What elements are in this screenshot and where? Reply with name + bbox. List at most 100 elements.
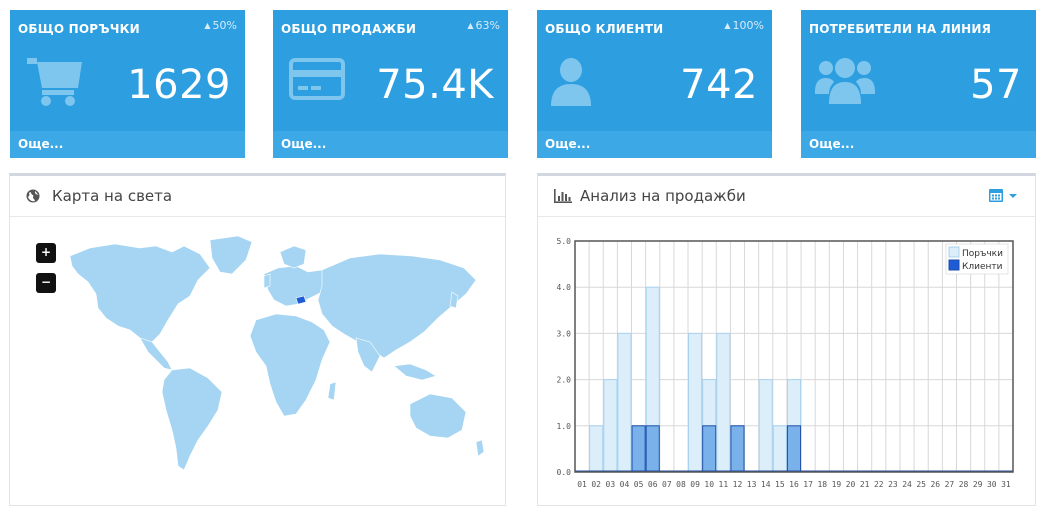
x-tick-label: 03	[606, 480, 616, 489]
bar-orders	[688, 332, 703, 473]
calendar-dropdown-icon[interactable]	[989, 188, 1019, 202]
x-tick-label: 10	[704, 480, 714, 489]
zoom-out-button[interactable]: −	[36, 273, 56, 293]
stat-value: 57	[970, 62, 1022, 108]
central-america-region	[139, 337, 173, 371]
panel-title: Карта на света	[52, 187, 173, 205]
x-tick-label: 24	[902, 480, 912, 489]
x-tick-label: 27	[945, 480, 955, 489]
x-tick-label: 15	[775, 480, 785, 489]
stat-value: 1629	[127, 62, 231, 108]
caret-up-icon: ▲	[204, 21, 211, 30]
stat-change: ▲ 50%	[204, 19, 237, 32]
legend-swatch-clients	[948, 259, 960, 271]
x-tick-label: 06	[648, 480, 658, 489]
y-tick-label: 5.0	[557, 237, 572, 246]
indonesia-region	[393, 363, 437, 381]
bar-orders	[603, 379, 618, 473]
bar-clients	[786, 425, 802, 473]
legend-label-orders: Поръчки	[962, 249, 1003, 259]
x-tick-label: 02	[591, 480, 601, 489]
stat-change: ▲ 100%	[724, 19, 764, 32]
stat-card-online-users: ПОТРЕБИТЕЛИ НА ЛИНИЯ 57 Още...	[801, 10, 1036, 158]
x-tick-label: 18	[817, 480, 827, 489]
x-tick-label: 31	[1001, 480, 1011, 489]
south-america-region	[161, 367, 223, 471]
x-tick-label: 21	[860, 480, 870, 489]
x-tick-label: 29	[973, 480, 983, 489]
bar-orders	[617, 332, 632, 473]
new-zealand-region	[475, 439, 485, 457]
stat-card-sales: ОБЩО ПРОДАЖБИ ▲ 63% 75.4K Още...	[273, 10, 508, 158]
panel-title: Анализ на продажби	[580, 187, 746, 205]
x-tick-label: 14	[761, 480, 771, 489]
shopping-cart-icon	[27, 58, 82, 106]
y-tick-label: 2.0	[557, 376, 572, 385]
y-tick-label: 1.0	[557, 422, 572, 431]
y-tick-label: 0.0	[557, 468, 572, 477]
x-tick-label: 08	[676, 480, 686, 489]
greenland-region	[209, 235, 253, 275]
legend-label-clients: Клиенти	[962, 262, 1003, 272]
sales-analysis-panel: Анализ на продажби 0.0 1.0 2.0 3.0 4.0 5.0 01 0…	[537, 173, 1036, 506]
more-link[interactable]: Още...	[10, 131, 245, 158]
stat-card-orders: ОБЩО ПОРЪЧКИ ▲ 50% 1629 Още...	[10, 10, 245, 158]
bar-clients	[702, 425, 717, 473]
stat-title: ПОТРЕБИТЕЛИ НА ЛИНИЯ	[809, 22, 992, 36]
legend-swatch-orders	[948, 246, 960, 258]
stat-title: ОБЩО КЛИЕНТИ	[545, 22, 664, 36]
stat-change: ▲ 63%	[467, 19, 500, 32]
x-tick-label: 19	[832, 480, 842, 489]
x-tick-label: 20	[846, 480, 856, 489]
x-tick-label: 26	[930, 480, 940, 489]
stat-title: ОБЩО ПОРЪЧКИ	[18, 22, 140, 36]
madagascar-region	[327, 381, 337, 401]
bar-orders	[589, 425, 604, 473]
x-tick-label: 23	[888, 480, 898, 489]
x-tick-label: 09	[690, 480, 700, 489]
x-tick-label: 17	[803, 480, 813, 489]
x-tick-label: 12	[733, 480, 743, 489]
stat-value: 75.4K	[376, 62, 494, 108]
uk-region	[263, 273, 271, 289]
x-tick-label: 25	[916, 480, 926, 489]
world-map[interactable]	[60, 234, 490, 484]
north-america-region	[69, 243, 211, 343]
australia-region	[409, 393, 467, 439]
bar-orders	[758, 379, 773, 473]
bar-chart-icon	[554, 189, 572, 203]
users-icon	[815, 58, 875, 104]
user-icon	[551, 58, 591, 106]
panel-header: Карта на света	[10, 176, 505, 217]
x-tick-label: 16	[789, 480, 799, 489]
scandinavia-region	[279, 245, 307, 269]
x-tick-label: 13	[747, 480, 757, 489]
y-tick-label: 3.0	[557, 329, 572, 338]
bar-orders	[716, 332, 731, 473]
stat-value: 742	[680, 62, 758, 108]
panel-header: Анализ на продажби	[538, 176, 1035, 217]
x-tick-label: 28	[959, 480, 969, 489]
x-tick-label: 05	[634, 480, 644, 489]
credit-card-icon	[289, 58, 345, 100]
world-map-panel: Карта на света + −	[9, 173, 506, 506]
stat-title: ОБЩО ПРОДАЖБИ	[281, 22, 417, 36]
more-link[interactable]: Още...	[537, 131, 772, 158]
more-link[interactable]: Още...	[273, 131, 508, 158]
x-tick-label: 07	[662, 480, 672, 489]
sales-chart: 0.0 1.0 2.0 3.0 4.0 5.0 01 02 03 04 05 06 07 08 09 10 11…	[557, 237, 1014, 489]
more-link[interactable]: Още...	[801, 131, 1036, 158]
x-tick-label: 04	[620, 480, 630, 489]
caret-up-icon: ▲	[724, 21, 731, 30]
bar-clients	[631, 425, 646, 473]
africa-region	[249, 313, 331, 417]
bar-clients	[730, 425, 745, 473]
x-tick-label: 30	[987, 480, 997, 489]
globe-icon	[26, 189, 40, 203]
zoom-in-button[interactable]: +	[36, 243, 56, 263]
y-tick-label: 4.0	[557, 283, 572, 292]
caret-up-icon: ▲	[467, 21, 474, 30]
stat-card-clients: ОБЩО КЛИЕНТИ ▲ 100% 742 Още...	[537, 10, 772, 158]
bar-clients	[645, 425, 660, 473]
bar-orders	[772, 425, 787, 473]
